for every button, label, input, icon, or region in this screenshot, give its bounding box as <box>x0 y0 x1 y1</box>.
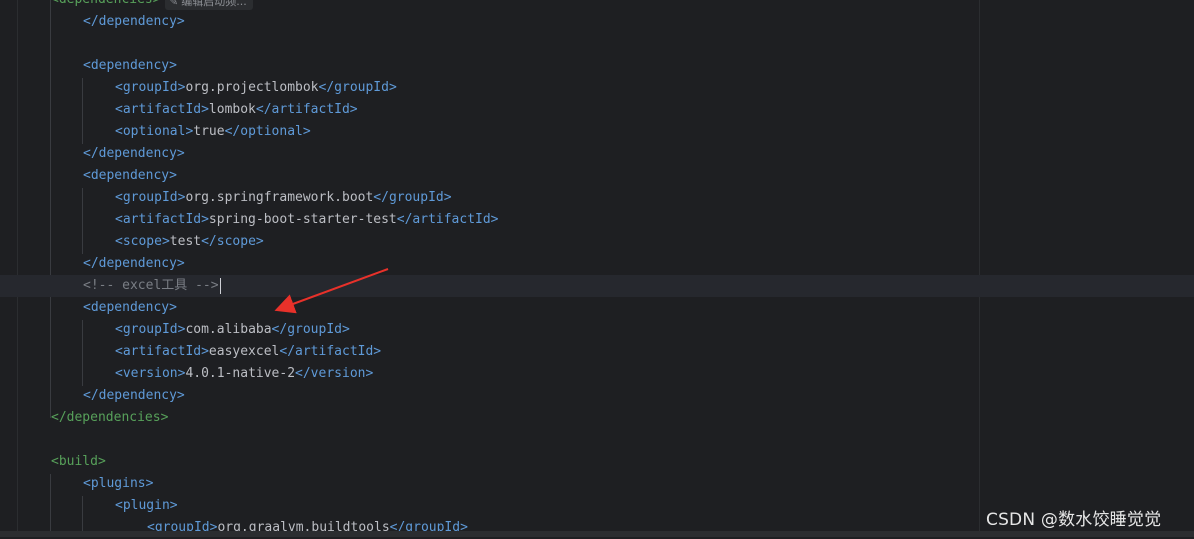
code-editor[interactable]: <dependencies> ✎编辑启动频... </dependency><d… <box>0 0 1194 537</box>
arrow-line <box>274 268 389 314</box>
annotation-arrow <box>274 268 389 314</box>
watermark: CSDN @数水饺睡觉觉 <box>986 510 1162 530</box>
status-bar <box>0 531 1194 537</box>
